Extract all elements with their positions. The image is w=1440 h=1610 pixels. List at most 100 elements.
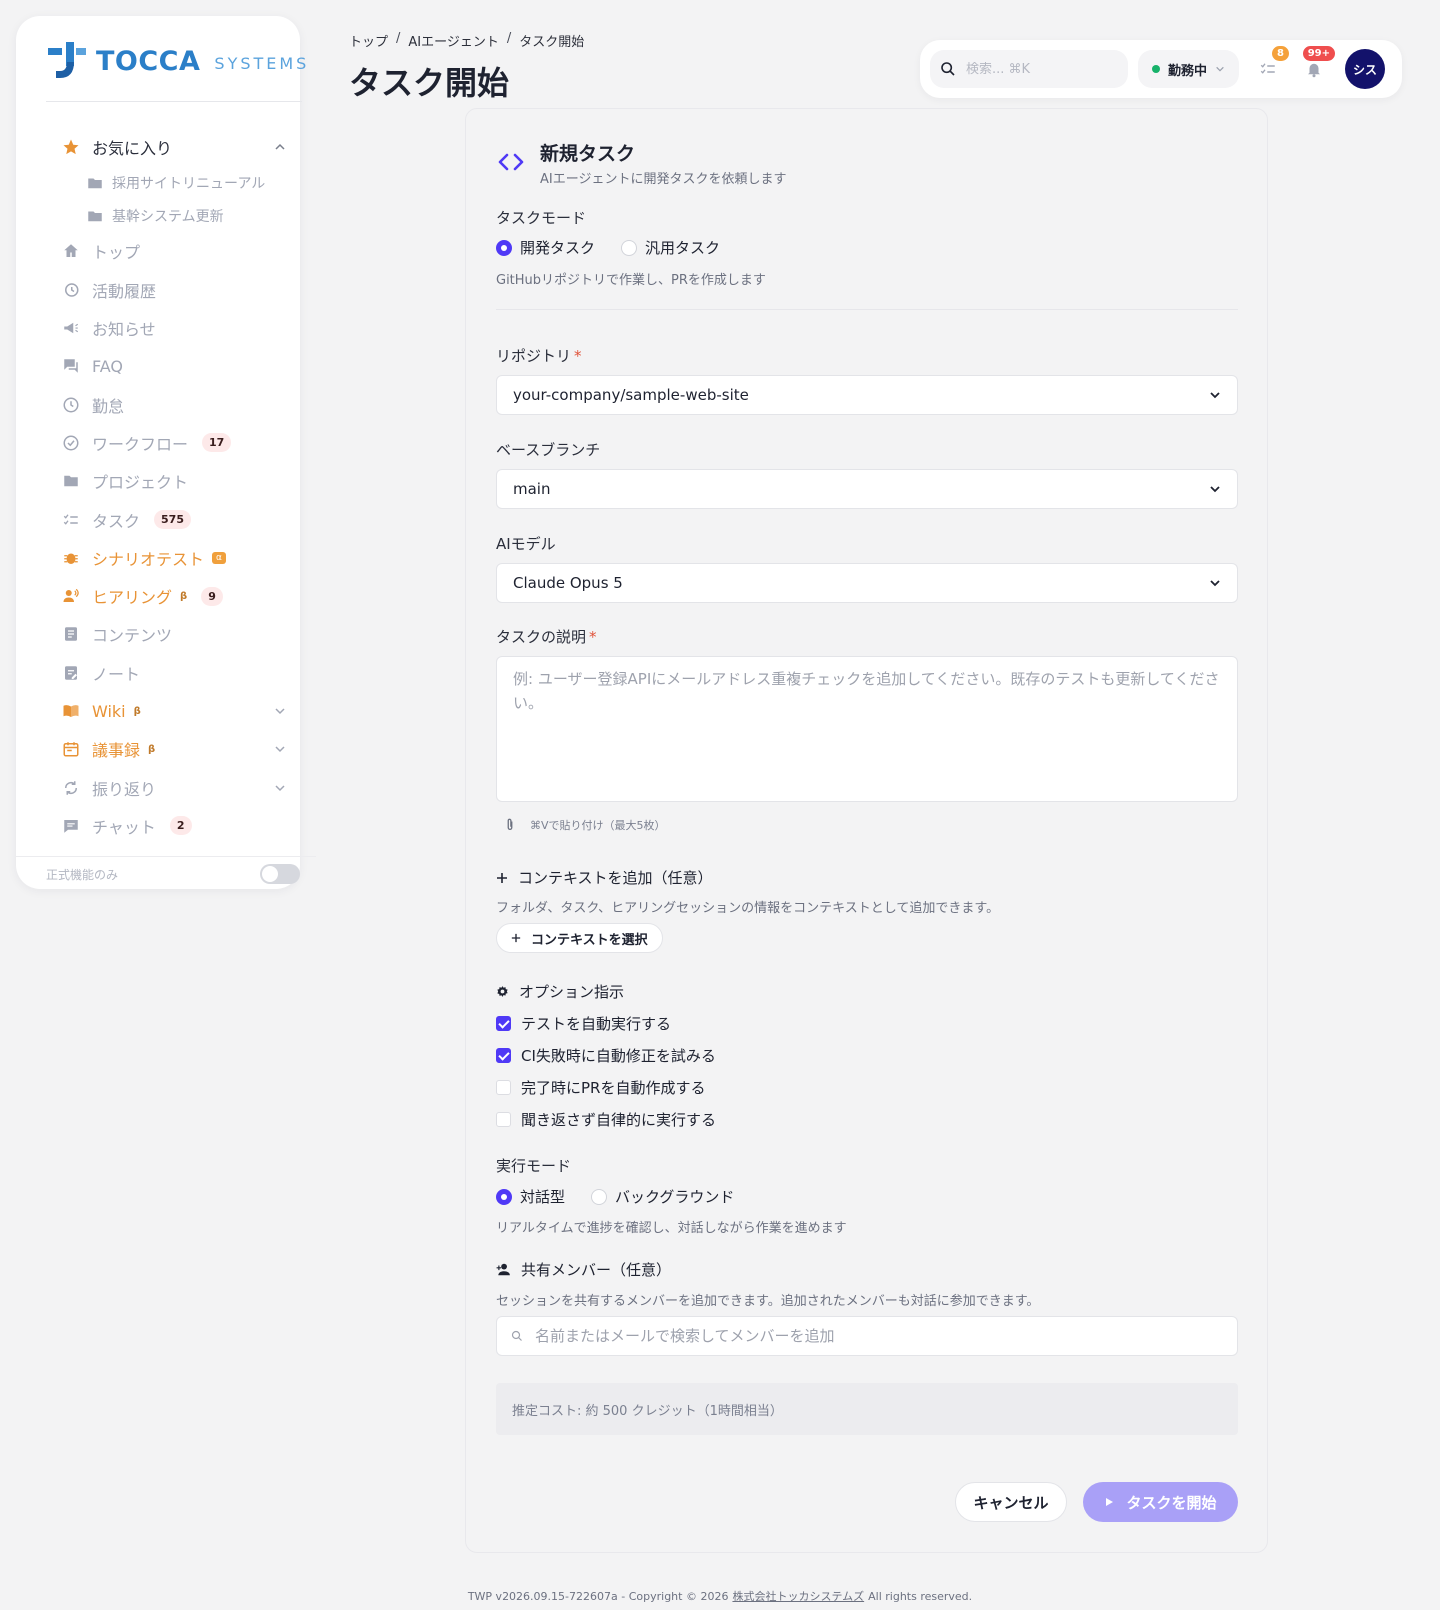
base-branch-label: ベースブランチ bbox=[496, 441, 601, 459]
sidebar-item-attendance[interactable]: 勤怠 bbox=[44, 385, 300, 423]
chevron-down-icon[interactable] bbox=[274, 782, 286, 794]
members-title-text: 共有メンバー（任意） bbox=[521, 1261, 672, 1279]
sidebar-item-announcements[interactable]: お知らせ bbox=[44, 309, 300, 347]
option-auto-pr[interactable]: 完了時にPRを自動作成する bbox=[496, 1077, 705, 1098]
radio-selected[interactable] bbox=[496, 239, 512, 256]
repository-select[interactable]: your-company/sample-web-site bbox=[496, 375, 1238, 415]
sidebar-item-workflow[interactable]: ワークフロー 17 bbox=[44, 424, 300, 462]
brand-sub: SYSTEMS bbox=[214, 53, 310, 73]
sidebar-item-label: タスク bbox=[92, 511, 141, 531]
sidebar-item-chat[interactable]: チャット 2 bbox=[44, 807, 300, 845]
members-section-title: 共有メンバー（任意） bbox=[496, 1259, 671, 1280]
faq-icon bbox=[62, 357, 80, 375]
exec-mode-interactive[interactable]: 対話型 bbox=[496, 1186, 565, 1207]
search-icon bbox=[941, 62, 955, 76]
global-search[interactable] bbox=[930, 50, 1128, 88]
chevron-up-icon[interactable] bbox=[274, 141, 286, 153]
sidebar-item-label: Wiki bbox=[92, 701, 126, 721]
radio-unselected[interactable] bbox=[591, 1188, 608, 1205]
favorite-item[interactable]: 基幹システム更新 bbox=[44, 199, 300, 232]
sidebar-item-label: プロジェクト bbox=[92, 473, 189, 493]
exec-mode-background[interactable]: バックグラウンド bbox=[591, 1186, 734, 1207]
notifications-button[interactable]: 99+ bbox=[1297, 46, 1336, 86]
chevron-down-icon[interactable] bbox=[274, 705, 286, 717]
sidebar-item-minutes[interactable]: 議事録 β bbox=[44, 730, 300, 768]
favorite-item-label: 採用サイトリニューアル bbox=[112, 175, 266, 192]
official-only-toggle[interactable] bbox=[260, 864, 300, 884]
members-hint: セッションを共有するメンバーを追加できます。追加されたメンバーも対話に参加できま… bbox=[496, 1294, 1040, 1309]
sidebar-item-scenario-test[interactable]: シナリオテスト α bbox=[44, 539, 300, 577]
sidebar-item-hearing[interactable]: ヒアリング β 9 bbox=[44, 577, 300, 615]
sidebar-item-top[interactable]: トップ bbox=[44, 232, 300, 270]
my-tasks-button[interactable]: 8 bbox=[1251, 46, 1290, 86]
user-avatar[interactable]: シス bbox=[1345, 49, 1386, 89]
option-auto-test[interactable]: テストを自動実行する bbox=[496, 1013, 671, 1034]
repository-value: your-company/sample-web-site bbox=[513, 386, 749, 404]
card-title: 新規タスク bbox=[540, 143, 636, 165]
folder-icon bbox=[86, 174, 104, 192]
options-section-title: オプション指示 bbox=[496, 981, 624, 1002]
chevron-down-icon[interactable] bbox=[274, 743, 286, 755]
brand-logo[interactable]: TOCCA SYSTEMS bbox=[48, 42, 309, 80]
sidebar-item-favorites[interactable]: お気に入り bbox=[44, 128, 300, 166]
sidebar-item-label: トップ bbox=[92, 243, 141, 263]
cancel-button[interactable]: キャンセル bbox=[955, 1482, 1067, 1522]
chevron-down-icon bbox=[1210, 580, 1220, 587]
beta-tag: β bbox=[180, 590, 188, 602]
favorite-item[interactable]: 採用サイトリニューアル bbox=[44, 166, 300, 199]
sidebar-item-label: お知らせ bbox=[92, 320, 156, 340]
sidebar-item-wiki[interactable]: Wiki β bbox=[44, 692, 300, 730]
gear-icon bbox=[497, 986, 508, 997]
notification-count-badge: 99+ bbox=[1302, 46, 1336, 61]
sidebar-item-retrospective[interactable]: 振り返り bbox=[44, 768, 300, 806]
radio-unselected[interactable] bbox=[621, 239, 638, 256]
context-section-title[interactable]: コンテキストを追加（任意） bbox=[496, 867, 713, 888]
radio-label: 開発タスク bbox=[520, 239, 596, 257]
count-badge: 9 bbox=[201, 586, 223, 606]
work-status-dropdown[interactable]: 勤務中 bbox=[1138, 50, 1240, 88]
paperclip-icon[interactable] bbox=[504, 818, 516, 832]
sidebar-item-tasks[interactable]: タスク 575 bbox=[44, 500, 300, 538]
sidebar-item-label: シナリオテスト bbox=[92, 549, 205, 569]
option-ci-autofix[interactable]: CI失敗時に自動修正を試みる bbox=[496, 1045, 716, 1066]
ai-model-select[interactable]: Claude Opus 5 bbox=[496, 563, 1238, 603]
member-search-input[interactable] bbox=[535, 1327, 1215, 1345]
breadcrumb-item[interactable]: AIエージェント bbox=[408, 31, 498, 50]
task-mode-dev[interactable]: 開発タスク bbox=[496, 237, 595, 258]
checkbox-unchecked[interactable] bbox=[496, 1112, 511, 1127]
calendar-icon bbox=[62, 740, 80, 758]
breadcrumb-item[interactable]: トップ bbox=[349, 31, 388, 50]
beta-tag: β bbox=[148, 743, 156, 755]
plus-icon bbox=[497, 872, 507, 883]
member-search-field[interactable] bbox=[496, 1316, 1238, 1356]
sidebar-item-notes[interactable]: ノート bbox=[44, 654, 300, 692]
exec-mode-hint: リアルタイムで進捗を確認し、対話しながら作業を進めます bbox=[496, 1221, 847, 1236]
sidebar-item-projects[interactable]: プロジェクト bbox=[44, 462, 300, 500]
checkbox-checked[interactable] bbox=[496, 1048, 511, 1063]
alpha-tag: α bbox=[212, 551, 226, 564]
radio-label: 対話型 bbox=[520, 1188, 566, 1206]
start-task-button[interactable]: タスクを開始 bbox=[1083, 1482, 1238, 1522]
task-mode-general[interactable]: 汎用タスク bbox=[621, 237, 720, 258]
sidebar-item-label: コンテンツ bbox=[92, 626, 173, 646]
sidebar-footer: 正式機能のみ bbox=[46, 864, 300, 884]
paste-hint: ⌘Vで貼り付け（最大5枚） bbox=[530, 819, 666, 832]
checkbox-unchecked[interactable] bbox=[496, 1080, 511, 1095]
select-context-label: コンテキストを選択 bbox=[531, 932, 648, 948]
sidebar-item-faq[interactable]: FAQ bbox=[44, 347, 300, 385]
play-icon bbox=[1106, 1498, 1114, 1506]
checkbox-checked[interactable] bbox=[496, 1016, 511, 1031]
sidebar-item-contents[interactable]: コンテンツ bbox=[44, 615, 300, 653]
task-count-badge: 8 bbox=[1272, 46, 1290, 61]
sidebar-item-history[interactable]: 活動履歴 bbox=[44, 271, 300, 309]
search-input[interactable] bbox=[966, 61, 1116, 77]
status-dot bbox=[1152, 65, 1160, 73]
radio-selected[interactable] bbox=[496, 1188, 512, 1205]
select-context-button[interactable]: コンテキストを選択 bbox=[496, 923, 663, 953]
sidebar-divider bbox=[46, 101, 302, 102]
footer-company-link[interactable]: 株式会社トッカシステムズ bbox=[732, 1588, 864, 1604]
option-autonomous[interactable]: 聞き返さず自律的に実行する bbox=[496, 1109, 716, 1130]
chat-icon bbox=[62, 817, 80, 835]
base-branch-select[interactable]: main bbox=[496, 469, 1238, 509]
description-textarea[interactable] bbox=[496, 656, 1238, 802]
